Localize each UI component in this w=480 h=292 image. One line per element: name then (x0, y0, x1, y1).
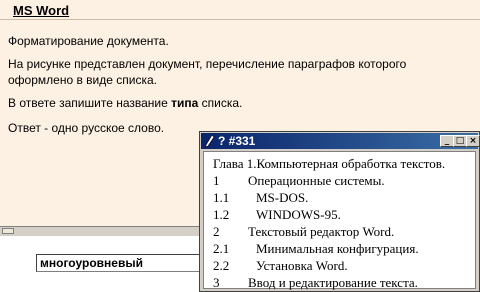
list-number: 1.1 (213, 190, 230, 205)
list-item: MS-DOS. (256, 190, 309, 205)
question-text: В ответе запишите название (8, 96, 172, 110)
list-item: Текстовый редактор Word. (248, 224, 395, 239)
list-number: 2 (213, 224, 220, 239)
question-line: оформлено в виде списка. (8, 73, 157, 87)
list-item: WINDOWS-95. (256, 207, 341, 222)
document-content: Глава 1.Компьютерная обработка текстов. … (203, 151, 476, 290)
list-number: 2.1 (213, 241, 230, 256)
answer-input[interactable]: многоуровневый (36, 254, 214, 272)
list-item: Операционные системы. (248, 173, 385, 188)
close-button[interactable]: × (466, 135, 480, 147)
maximize-button[interactable]: □ (453, 135, 467, 147)
pen-icon (205, 134, 215, 148)
popup-titlebar[interactable]: ? #331 _ □ × (201, 133, 480, 149)
question-line: Ответ - одно русское слово. (8, 121, 165, 135)
list-number: 1 (213, 173, 220, 188)
list-item: Минимальная конфигурация. (256, 241, 419, 256)
minimize-button[interactable]: _ (440, 135, 454, 147)
question-text: списка. (198, 96, 243, 110)
list-item: Ввод и редактирование текста. (248, 275, 418, 290)
list-number: 1.2 (213, 207, 230, 222)
splitter-grip[interactable] (2, 228, 14, 234)
popup-title: ? #331 (218, 134, 256, 148)
list-number: 3 (213, 275, 220, 290)
question-line: На рисунке представлен документ, перечис… (8, 57, 407, 71)
document-heading: Глава 1.Компьютерная обработка текстов. (213, 156, 446, 171)
list-item: Установка Word. (256, 258, 348, 273)
document-preview-window[interactable]: ? #331 _ □ × Глава 1.Компьютерная обрабо… (199, 131, 480, 292)
question-line: В ответе запишите название типа списка. (8, 96, 242, 110)
question-emphasis: типа (171, 96, 199, 110)
title-divider (0, 19, 480, 20)
app-title: MS Word (13, 3, 70, 18)
list-number: 2.2 (213, 258, 230, 273)
question-line: Форматирование документа. (8, 34, 169, 48)
